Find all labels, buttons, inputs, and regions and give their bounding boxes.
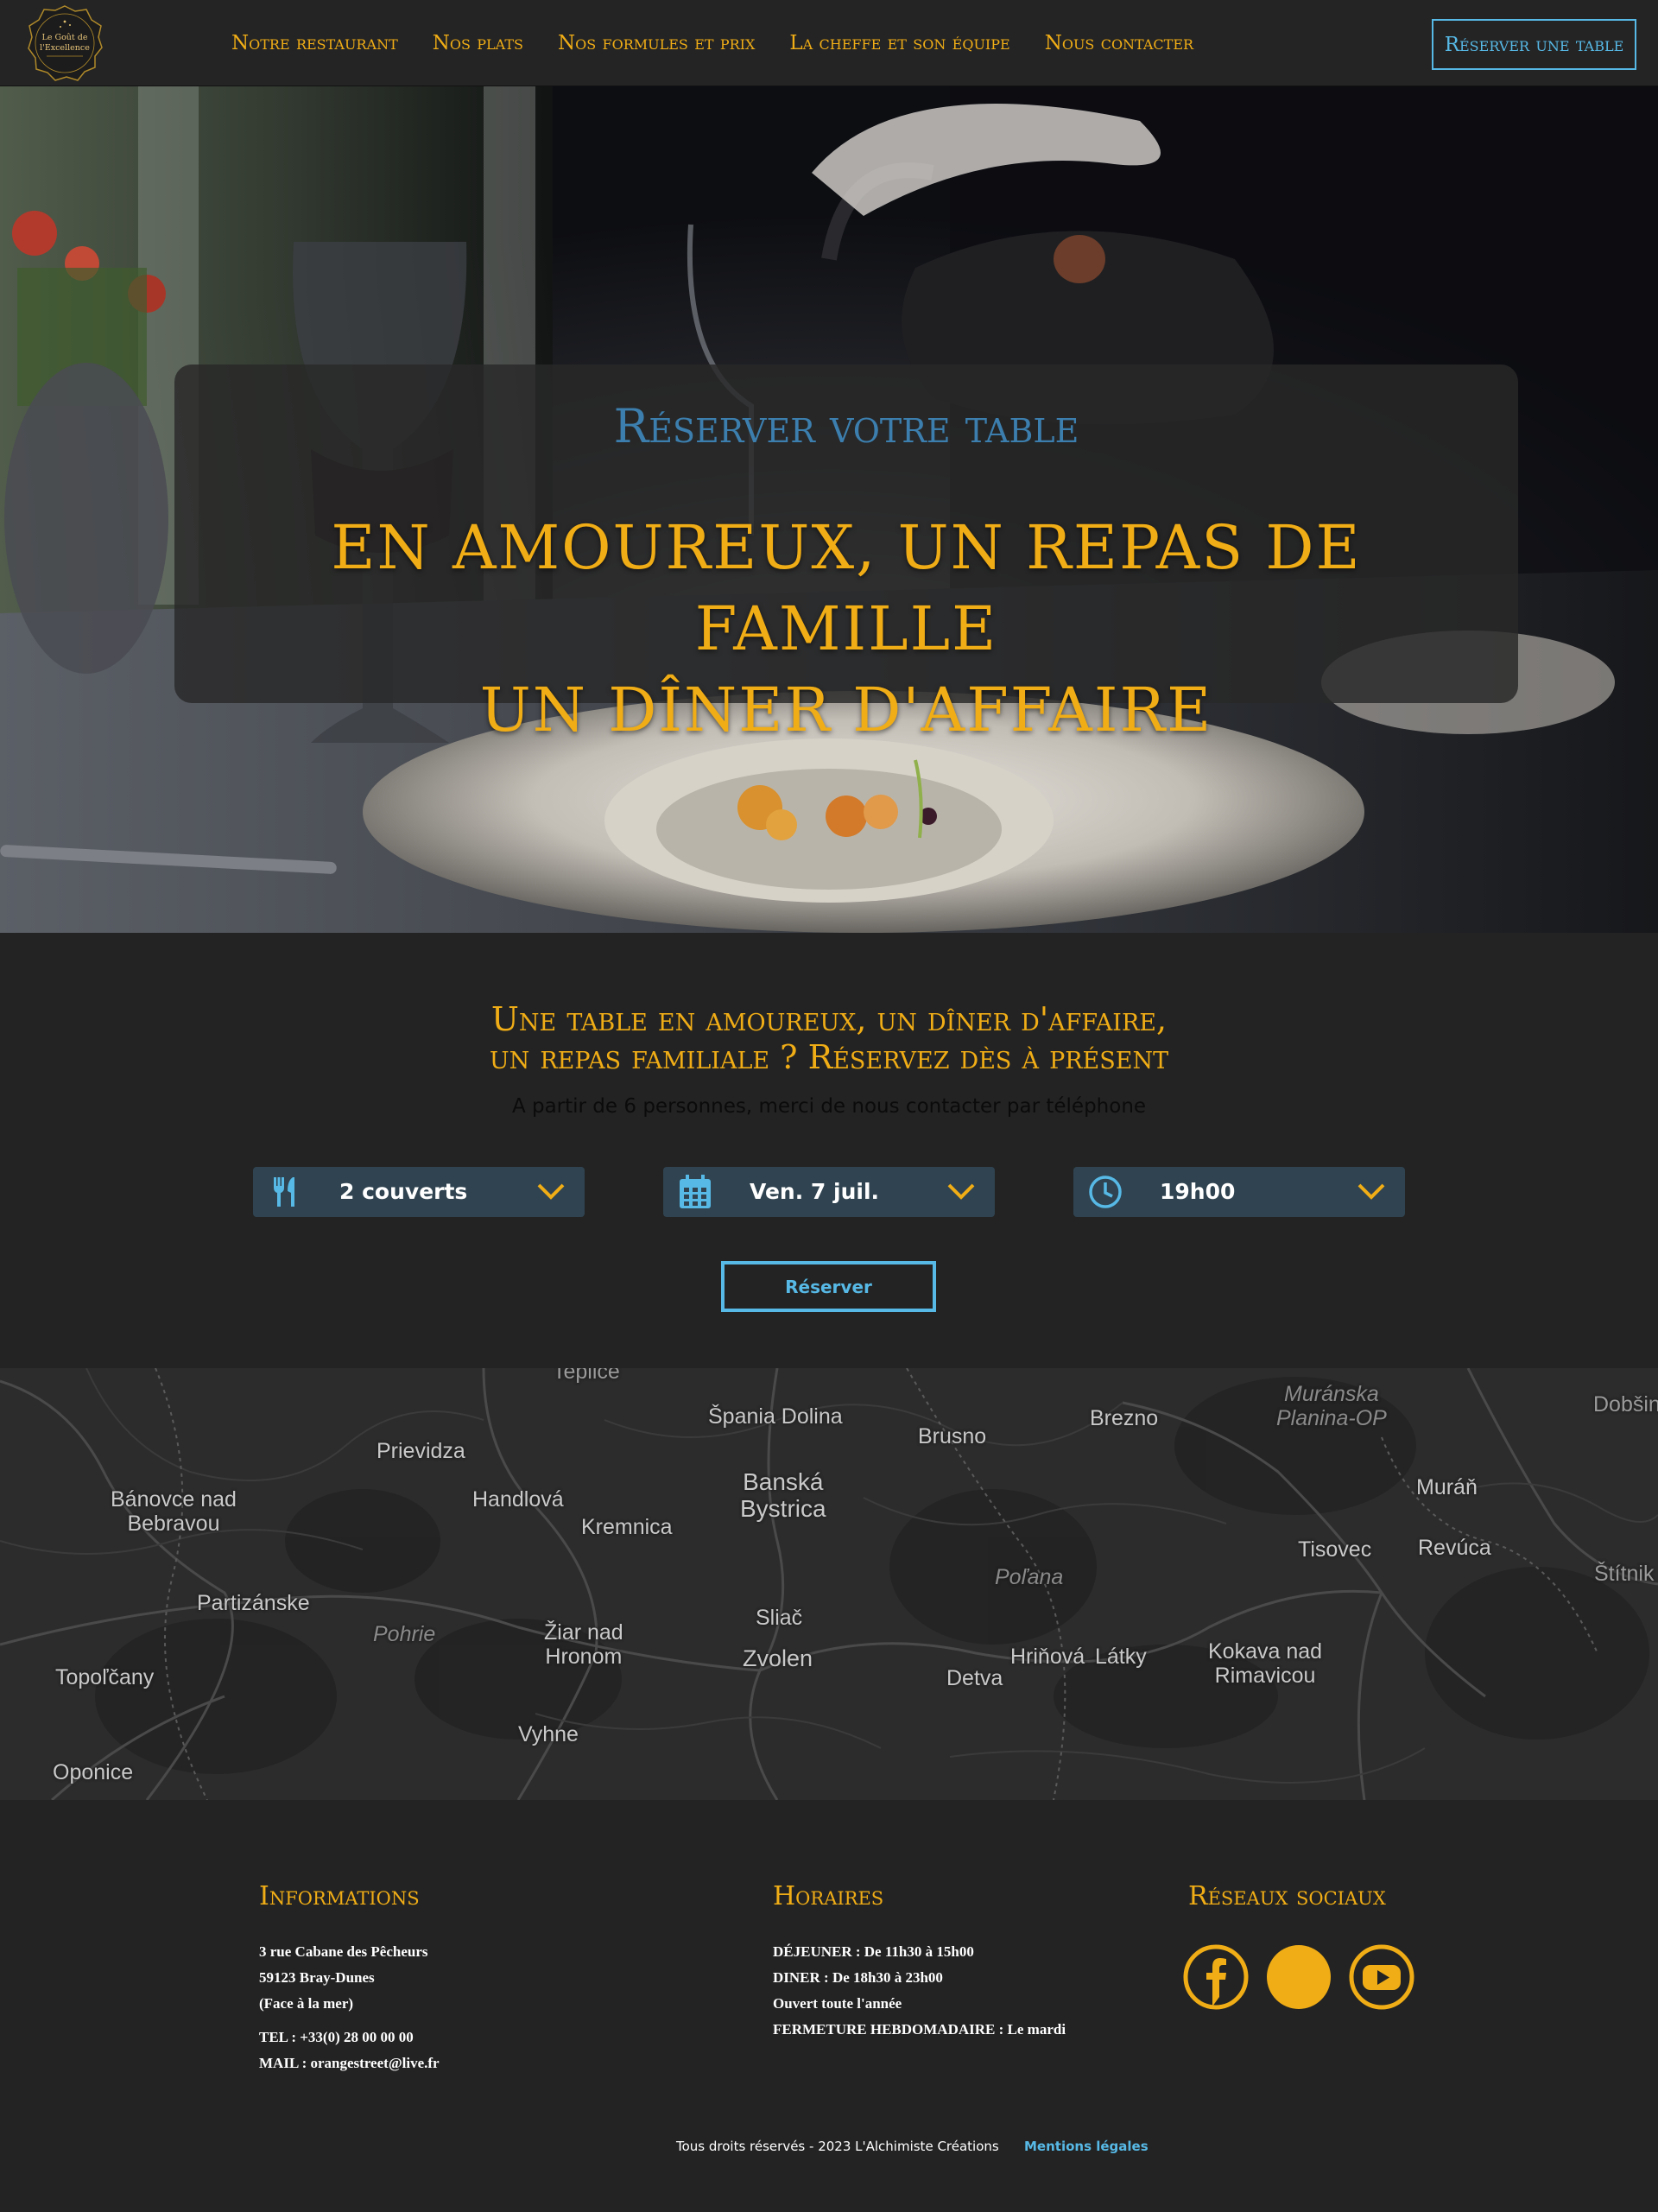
map-label: Oponice: [53, 1760, 134, 1784]
reservation-section: Une table en amoureux, un dîner d'affair…: [0, 933, 1658, 1368]
map-background: [0, 1368, 1658, 1800]
instagram-link[interactable]: [1265, 1943, 1332, 2011]
map-label: Brusno: [918, 1424, 987, 1448]
reserve-table-button[interactable]: Réserver une table: [1432, 19, 1636, 70]
info-title: Informations: [259, 1881, 420, 1911]
map-label: Poľana: [995, 1565, 1064, 1589]
map-label: Detva: [946, 1666, 1003, 1690]
hero-title-line-2: un dîner d'affaire: [479, 675, 1213, 745]
legal-notice-link[interactable]: Mentions légales: [1024, 2139, 1149, 2154]
phone-number[interactable]: TEL : +33(0) 28 00 00 00: [259, 2029, 414, 2046]
map-label: Hriňová: [1010, 1645, 1085, 1669]
calendar-icon: [680, 1175, 711, 1208]
map-label: Pohrie: [373, 1622, 436, 1646]
cutlery-icon: [274, 1177, 294, 1207]
hours-closing: FERMETURE HEBDOMADAIRE : Le mardi: [773, 2021, 1066, 2038]
nav-item-dishes[interactable]: Nos plats: [433, 32, 523, 54]
facebook-link[interactable]: [1182, 1943, 1250, 2011]
address-line-1: 3 rue Cabane des Pêcheurs: [259, 1943, 428, 1960]
hero-section: Réserver votre table en amoureux, un rep…: [0, 86, 1658, 933]
logo-line-2: l'Excellence: [40, 43, 90, 53]
address-line-3: (Face à la mer): [259, 1995, 354, 2012]
date-select[interactable]: Ven. 7 juil.: [663, 1167, 995, 1217]
map-label: Špania Dolina: [708, 1404, 843, 1429]
reservation-title: Une table en amoureux, un dîner d'affair…: [0, 1000, 1658, 1076]
hero-card: Réserver votre table en amoureux, un rep…: [174, 364, 1518, 745]
copyright-text: Tous droits réservés - 2023 L'Alchimiste…: [676, 2139, 999, 2154]
map-label: Vyhne: [518, 1722, 579, 1746]
time-select[interactable]: 19h00: [1073, 1167, 1405, 1217]
map-label: Topoľčany: [55, 1665, 155, 1689]
clock-icon: [1089, 1176, 1122, 1208]
map-label: Handlová: [472, 1487, 564, 1512]
map-label: Prievidza: [377, 1439, 465, 1463]
map-label: Štítnik: [1594, 1562, 1655, 1586]
hours-title: Horaires: [773, 1881, 884, 1911]
hours-lunch: DÉJEUNER : De 11h30 à 15h00: [773, 1943, 974, 1960]
hero-title: en amoureux, un repas de famille un dîne…: [174, 507, 1518, 751]
map-label: Látky: [1095, 1645, 1147, 1669]
reserve-submit-button[interactable]: Réserver: [721, 1261, 936, 1312]
chevron-down-icon: [1357, 1183, 1385, 1200]
chevron-down-icon: [537, 1183, 565, 1200]
map-label: Tisovec: [1298, 1537, 1372, 1562]
youtube-icon: [1349, 1944, 1414, 2010]
map-label: Kremnica: [581, 1515, 673, 1539]
location-map[interactable]: Teplice Špania Dolina Brusno Brezno Murá…: [0, 1368, 1658, 1800]
time-value: 19h00: [1160, 1179, 1236, 1204]
instagram-icon: [1267, 1945, 1331, 2009]
map-label: Teplice: [553, 1368, 620, 1384]
map-label: Sliač: [756, 1606, 803, 1630]
main-nav: Notre restaurant Nos plats Nos formules …: [231, 0, 1228, 86]
site-footer: Informations 3 rue Cabane des Pêcheurs 5…: [0, 1800, 1658, 2212]
hero-subtitle: Réserver votre table: [613, 399, 1079, 453]
address-line-2: 59123 Bray-Dunes: [259, 1969, 375, 1986]
nav-item-chef-team[interactable]: La cheffe et son équipe: [789, 32, 1009, 54]
hero-title-line-1: en amoureux, un repas de famille: [331, 512, 1362, 664]
nav-item-restaurant[interactable]: Notre restaurant: [231, 32, 398, 54]
site-header: Le Goût de l'Excellence Notre restaurant…: [0, 0, 1658, 86]
date-value: Ven. 7 juil.: [750, 1179, 880, 1204]
hours-open: Ouvert toute l'année: [773, 1995, 902, 2012]
map-label: Bánovce nad Bebravou: [111, 1487, 237, 1536]
social-title: Réseaux sociaux: [1188, 1881, 1386, 1911]
map-label: Muráň: [1416, 1475, 1478, 1499]
restaurant-logo[interactable]: Le Goût de l'Excellence: [26, 4, 104, 82]
map-label: Banská Bystrica: [740, 1468, 826, 1522]
email-address[interactable]: MAIL : orangestreet@live.fr: [259, 2055, 440, 2072]
youtube-link[interactable]: [1348, 1943, 1415, 2011]
nav-item-menus-prices[interactable]: Nos formules et prix: [558, 32, 755, 54]
map-label: Kokava nad Rimavicou: [1208, 1639, 1323, 1688]
map-label: Partizánske: [197, 1591, 310, 1615]
hours-dinner: DINER : De 18h30 à 23h00: [773, 1969, 943, 1986]
guests-value: 2 couverts: [339, 1179, 468, 1204]
map-label: Revúca: [1418, 1536, 1491, 1560]
map-label: Muránska Planina-OP: [1276, 1382, 1387, 1430]
map-label: Žiar nad Hronom: [544, 1620, 623, 1669]
chevron-down-icon: [947, 1183, 975, 1200]
guests-select[interactable]: 2 couverts: [253, 1167, 585, 1217]
facebook-icon: [1183, 1944, 1249, 2010]
map-label: Dobšin: [1593, 1392, 1658, 1417]
logo-line-1: Le Goût de: [42, 33, 88, 42]
reservation-note: A partir de 6 personnes, merci de nous c…: [511, 1095, 1147, 1118]
map-label: Zvolen: [743, 1645, 813, 1671]
map-label: Brezno: [1090, 1406, 1159, 1430]
reservation-title-line-2: un repas familiale ? Réservez dès à prés…: [489, 1038, 1169, 1076]
nav-item-contact[interactable]: Nous contacter: [1045, 32, 1193, 54]
reservation-title-line-1: Une table en amoureux, un dîner d'affair…: [490, 1000, 1168, 1038]
